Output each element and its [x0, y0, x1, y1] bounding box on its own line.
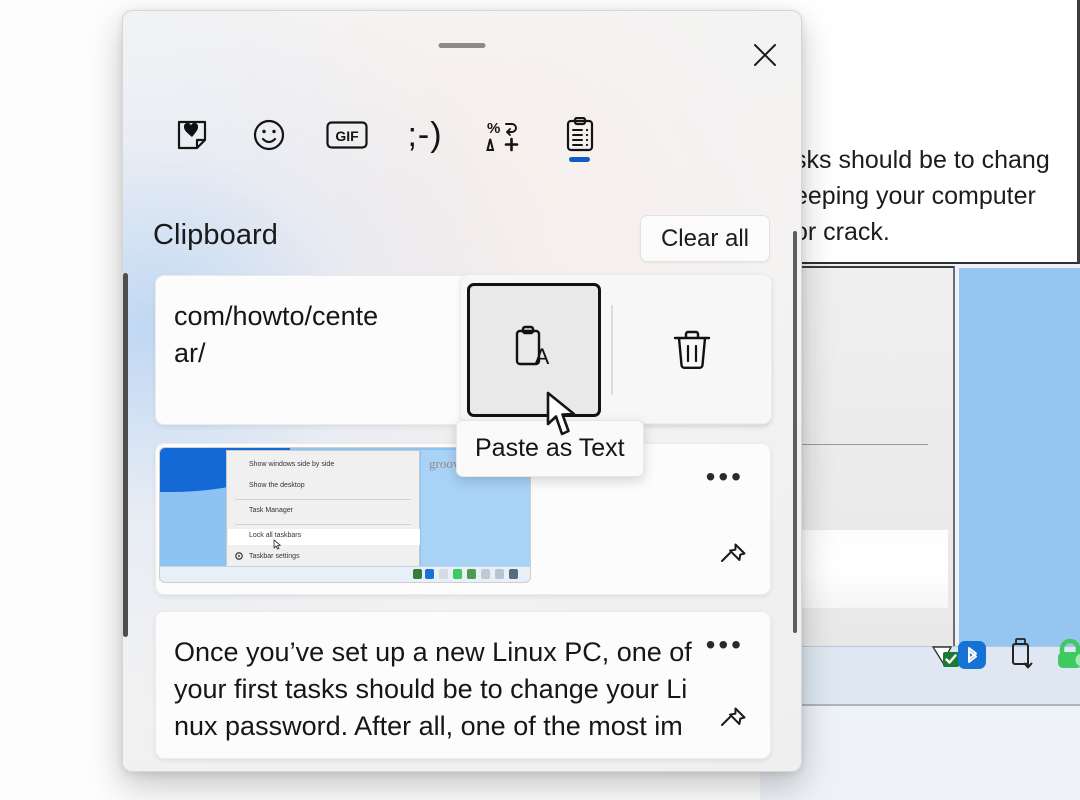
smiley-face-icon	[252, 118, 286, 152]
gif-icon: GIF	[326, 121, 368, 149]
background-taskbar-edge	[760, 704, 1080, 706]
tab-stickers[interactable]	[164, 109, 220, 161]
tab-gif[interactable]: GIF	[319, 109, 375, 161]
close-icon	[752, 42, 778, 68]
thumbnail-bluetooth-icon	[425, 569, 434, 579]
thumbnail-menu-separator-2	[235, 524, 411, 525]
tab-clipboard[interactable]	[552, 109, 608, 161]
kaomoji-icon: ;-)	[407, 118, 442, 152]
tab-kaomoji[interactable]: ;-)	[397, 109, 453, 161]
background-doc-line-3: or crack.	[794, 214, 1080, 250]
background-doc-line-1: sks should be to chang	[794, 142, 1080, 178]
clear-all-button[interactable]: Clear all	[640, 215, 770, 262]
svg-text:GIF: GIF	[335, 128, 359, 144]
tab-clipboard-indicator	[569, 157, 590, 162]
thumbnail-tray-icon-5	[467, 569, 476, 579]
clipboard-item-text: Once you’ve set up a new Linux PC, one o…	[174, 634, 719, 745]
pin-icon	[718, 705, 748, 735]
background-document-text: sks should be to chang eeping your compu…	[794, 142, 1080, 250]
thumbnail-cursor-icon	[273, 539, 282, 550]
background-document: sks should be to chang eeping your compu…	[760, 0, 1080, 264]
actionbar-divider	[611, 305, 613, 395]
thumbnail-tray-icon-1	[413, 569, 422, 579]
thumbnail-taskbar	[160, 566, 531, 582]
item-pin-button[interactable]	[718, 705, 748, 740]
background-lower-window: groovy	[760, 264, 1080, 800]
item-more-button[interactable]: •••	[706, 470, 744, 484]
thumbnail-menu-item-2: Show the desktop	[249, 482, 305, 489]
lock-icon[interactable]	[1055, 637, 1080, 674]
mouse-cursor-icon	[546, 391, 582, 442]
trash-icon	[671, 328, 713, 372]
tab-symbols[interactable]: %	[474, 109, 530, 161]
onedrive-sync-icon[interactable]	[931, 643, 961, 674]
pin-icon	[718, 541, 748, 571]
item-hover-actionbar: A	[460, 274, 772, 424]
svg-text:A: A	[535, 344, 550, 369]
thumbnail-tray-icon-6	[481, 569, 490, 579]
thumbnail-menu-item-5: Taskbar settings	[249, 553, 300, 560]
item-pin-button[interactable]	[718, 541, 748, 576]
thumbnail-menu-separator-1	[235, 499, 411, 500]
symbols-icon: %	[484, 117, 520, 153]
usb-eject-icon[interactable]	[1008, 638, 1038, 677]
page-title: Clipboard	[153, 219, 278, 252]
thumbnail-lock-icon	[453, 569, 462, 579]
clipboard-icon	[565, 117, 595, 153]
thumbnail-menu-item-4: Lock all taskbars	[249, 532, 301, 539]
clipboard-item-paragraph[interactable]: Once you’ve set up a new Linux PC, one o…	[155, 611, 771, 759]
drag-handle[interactable]	[439, 43, 486, 48]
thumbnail-menu-item-1: Show windows side by side	[249, 461, 334, 468]
sticker-heart-icon	[175, 118, 209, 152]
screen: sks should be to chang eeping your compu…	[0, 0, 1080, 800]
gear-icon	[235, 552, 243, 560]
list-scrollbar[interactable]	[123, 273, 128, 637]
background-doc-line-2: eeping your computer	[794, 178, 1080, 214]
thumbnail-context-menu: Show windows side by side Show the deskt…	[226, 450, 420, 568]
close-button[interactable]	[745, 35, 785, 75]
bluetooth-icon[interactable]	[958, 641, 986, 674]
tab-emoji[interactable]	[241, 109, 297, 161]
thumbnail-usb-icon	[439, 569, 448, 579]
thumbnail-menu-item-3: Task Manager	[249, 507, 293, 514]
category-tabbar: GIF ;-) %	[123, 109, 802, 167]
delete-item-button[interactable]	[625, 283, 759, 417]
clipboard-text-icon: A	[511, 324, 557, 376]
thumbnail-cloud-icon	[495, 569, 504, 579]
svg-text:%: %	[487, 120, 500, 137]
clear-all-label: Clear all	[661, 225, 749, 253]
thumbnail-tray-icon-8	[509, 569, 518, 579]
background-blue-page: groovy	[959, 268, 1080, 646]
panel-scrollbar[interactable]	[793, 231, 797, 633]
item-more-button[interactable]: •••	[706, 638, 744, 652]
